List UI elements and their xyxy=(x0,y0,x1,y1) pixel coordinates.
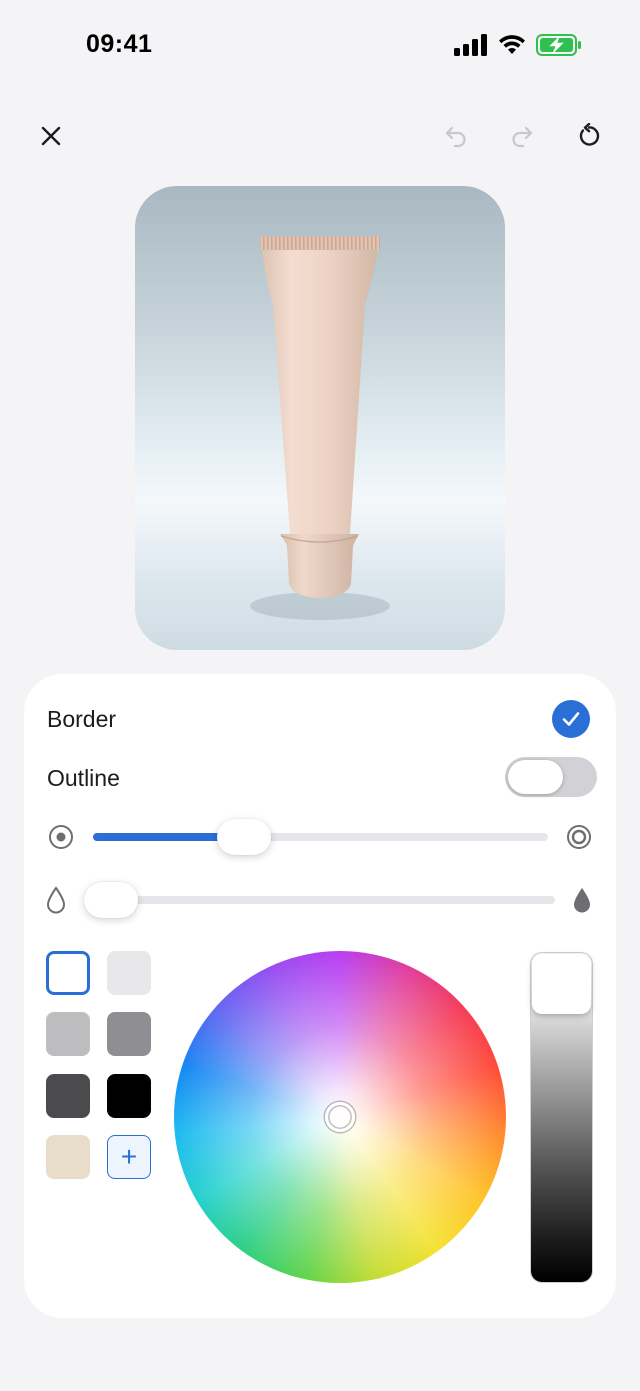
drop-filled-icon xyxy=(574,888,590,913)
status-time: 09:41 xyxy=(86,30,153,58)
swatch-gray[interactable] xyxy=(107,1012,151,1056)
border-settings-panel: Border Outline + xyxy=(24,674,616,1318)
swatch-white[interactable] xyxy=(46,951,90,995)
reset-icon xyxy=(579,123,600,146)
thick-ring-icon xyxy=(567,825,591,849)
swatch-black[interactable] xyxy=(107,1074,151,1118)
status-bar: 09:41 xyxy=(0,0,640,96)
reset-button[interactable] xyxy=(565,112,613,160)
border-checkbox[interactable] xyxy=(552,700,590,738)
redo-icon xyxy=(512,126,533,148)
color-wheel[interactable] xyxy=(174,951,506,1283)
swatch-silver[interactable] xyxy=(46,1012,90,1056)
product-preview-image xyxy=(135,186,505,650)
brightness-slider[interactable] xyxy=(530,952,593,1283)
close-button[interactable] xyxy=(27,112,75,160)
cosmetic-tube-image xyxy=(250,236,390,620)
thickness-slider-thumb[interactable] xyxy=(217,819,271,855)
outline-label: Outline xyxy=(47,765,120,791)
status-icons xyxy=(454,34,582,56)
wifi-icon xyxy=(499,35,525,54)
swatch-dark-gray[interactable] xyxy=(46,1074,90,1118)
battery-charging-icon xyxy=(536,34,581,56)
swatch-light-gray[interactable] xyxy=(107,951,151,995)
editor-toolbar xyxy=(0,112,640,160)
redo-button[interactable] xyxy=(498,112,546,160)
brightness-slider-thumb[interactable] xyxy=(532,954,591,1014)
checkmark-icon xyxy=(562,712,580,726)
undo-icon xyxy=(445,126,466,148)
thickness-slider[interactable] xyxy=(93,833,548,841)
swatch-beige[interactable] xyxy=(46,1135,90,1179)
border-label: Border xyxy=(47,706,117,732)
toggle-knob xyxy=(508,760,563,794)
opacity-slider-thumb[interactable] xyxy=(84,882,138,918)
plus-icon: + xyxy=(120,1141,138,1172)
color-wheel-handle[interactable] xyxy=(325,1102,355,1132)
outline-toggle[interactable] xyxy=(505,757,597,797)
thin-ring-icon xyxy=(49,825,73,849)
opacity-slider[interactable] xyxy=(93,896,555,904)
close-icon xyxy=(41,126,61,146)
add-swatch-button[interactable]: + xyxy=(107,1135,151,1179)
undo-button[interactable] xyxy=(432,112,480,160)
signal-icon xyxy=(454,34,487,56)
drop-outline-icon xyxy=(46,886,66,914)
